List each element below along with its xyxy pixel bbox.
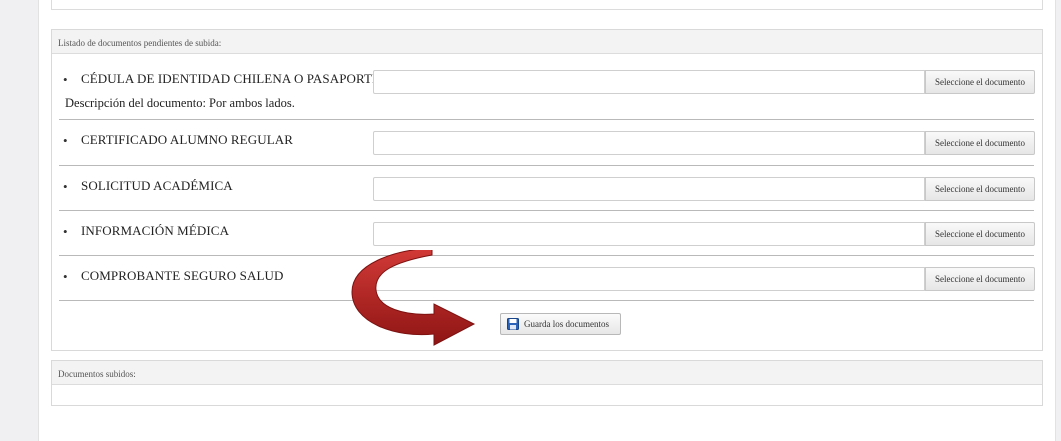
pending-panel-title: Listado de documentos pendientes de subi… <box>52 30 1042 54</box>
bullet: • <box>63 133 68 148</box>
uploaded-documents-panel: Documentos subidos: <box>51 360 1043 406</box>
select-document-button-seguro-salud[interactable]: Seleccione el documento <box>925 267 1035 291</box>
document-name: INFORMACIÓN MÉDICA <box>81 223 230 238</box>
uploaded-panel-title: Documentos subidos: <box>52 361 1042 385</box>
select-document-button-informacion-medica[interactable]: Seleccione el documento <box>925 222 1035 246</box>
document-row-seguro-salud: • COMPROBANTE SEGURO SALUD Seleccione el… <box>59 256 1035 301</box>
row-divider <box>59 300 1034 301</box>
file-input-cedula[interactable] <box>373 70 925 94</box>
document-row-certificado: • CERTIFICADO ALUMNO REGULAR Seleccione … <box>59 120 1035 166</box>
document-description: Descripción del documento: Por ambos lad… <box>65 96 295 110</box>
file-input-informacion-medica[interactable] <box>373 222 925 246</box>
select-document-button-cedula[interactable]: Seleccione el documento <box>925 70 1035 94</box>
save-documents-button[interactable]: Guarda los documentos <box>500 313 621 335</box>
save-documents-label: Guarda los documentos <box>524 319 609 329</box>
document-name: SOLICITUD ACADÉMICA <box>81 178 233 193</box>
document-name: CERTIFICADO ALUMNO REGULAR <box>81 132 293 147</box>
file-input-certificado[interactable] <box>373 131 925 155</box>
bullet: • <box>63 72 68 87</box>
file-input-solicitud[interactable] <box>373 177 925 201</box>
select-document-button-solicitud[interactable]: Seleccione el documento <box>925 177 1035 201</box>
file-input-seguro-salud[interactable] <box>373 267 925 291</box>
page-container: Listado de documentos pendientes de subi… <box>38 0 1056 441</box>
document-row-solicitud: • SOLICITUD ACADÉMICA Seleccione el docu… <box>59 166 1035 211</box>
bullet: • <box>63 179 68 194</box>
floppy-disk-icon <box>507 318 519 330</box>
top-panel <box>51 0 1043 10</box>
document-name: CÉDULA DE IDENTIDAD CHILENA O PASAPORTE <box>81 71 381 86</box>
document-name: COMPROBANTE SEGURO SALUD <box>81 268 284 283</box>
bullet: • <box>63 224 68 239</box>
document-row-cedula: • CÉDULA DE IDENTIDAD CHILENA O PASAPORT… <box>59 62 1035 120</box>
select-document-button-certificado[interactable]: Seleccione el documento <box>925 131 1035 155</box>
bullet: • <box>63 269 68 284</box>
pending-documents-panel: Listado de documentos pendientes de subi… <box>51 29 1043 351</box>
document-row-informacion-medica: • INFORMACIÓN MÉDICA Seleccione el docum… <box>59 211 1035 256</box>
